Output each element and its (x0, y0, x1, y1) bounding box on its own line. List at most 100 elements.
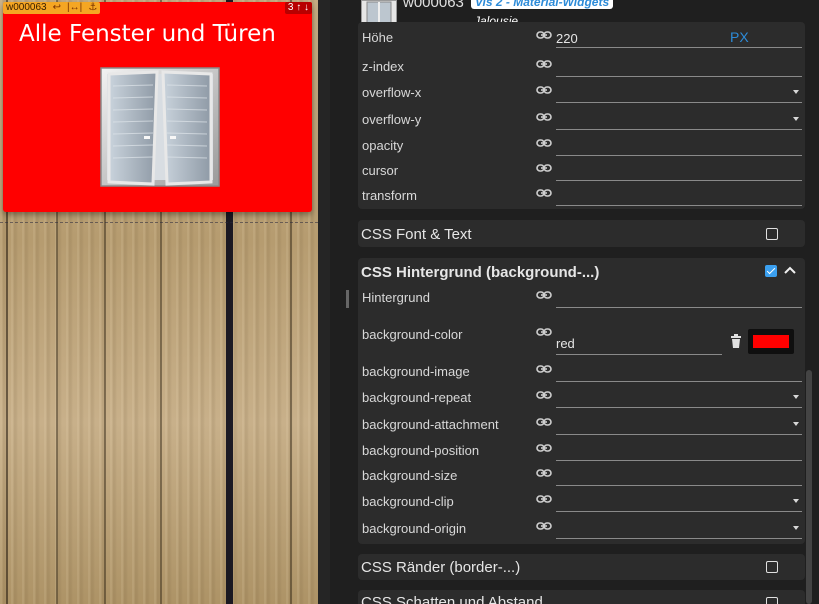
property-row-background-size: background-size (358, 465, 805, 489)
link-icon[interactable] (536, 415, 552, 429)
property-row-hintergrund: Hintergrund (358, 287, 805, 311)
link-icon[interactable] (536, 136, 552, 150)
link-icon[interactable] (536, 466, 552, 480)
property-label: overflow-y (362, 112, 422, 127)
link-icon[interactable] (536, 519, 552, 533)
background-size-input[interactable] (556, 465, 802, 486)
property-label: background-size (362, 468, 458, 483)
anchor-icon[interactable]: ⚓ (88, 2, 97, 14)
link-icon[interactable] (536, 28, 552, 42)
link-icon[interactable] (536, 288, 552, 302)
background-position-input[interactable] (556, 440, 802, 461)
section-title: CSS Hintergrund (background-...) (361, 264, 600, 281)
property-label: background-attachment (362, 417, 499, 432)
section-title: CSS Font & Text (361, 226, 472, 243)
dropdown-arrow-icon (793, 499, 799, 503)
property-row-background-color: background-color red (358, 324, 805, 358)
property-label: background-position (362, 443, 480, 458)
property-row-background-image: background-image (358, 361, 805, 385)
background-color-input[interactable]: red (556, 332, 722, 355)
background-repeat-select[interactable] (556, 387, 802, 408)
link-icon[interactable] (536, 110, 552, 124)
z-index-input[interactable] (556, 56, 802, 77)
property-label: background-origin (362, 521, 467, 536)
background-color-value: red (556, 336, 575, 351)
overflow-x-select[interactable] (556, 82, 802, 103)
panel-drag-handle[interactable] (346, 290, 349, 308)
border-section-checkbox[interactable] (766, 561, 778, 573)
inspector-scrollbar[interactable] (806, 370, 812, 604)
widget-order-badge[interactable]: 3 ↑ ↓ (284, 2, 312, 14)
dropdown-arrow-icon (793, 526, 799, 530)
common-css-section: Höhe 220 PX z-index overflow-x overflow-… (358, 22, 805, 209)
shadow-section-checkbox[interactable] (766, 597, 778, 604)
height-value: 220 (556, 31, 578, 46)
background-section-checkbox[interactable] (765, 265, 777, 277)
font-section-checkbox[interactable] (766, 228, 778, 240)
property-row-cursor: cursor (358, 160, 805, 184)
widget-w000063[interactable]: w000063 ↩ |↔| ⚓ 3 ↑ ↓ Alle Fenster und T… (3, 2, 312, 212)
background-origin-select[interactable] (556, 518, 802, 539)
property-row-overflow-x: overflow-x (358, 82, 805, 106)
shadow-section-header[interactable]: CSS Schatten und Abstand (358, 590, 805, 604)
property-label: z-index (362, 59, 404, 74)
background-attachment-select[interactable] (556, 414, 802, 435)
link-icon[interactable] (536, 161, 552, 175)
dropdown-arrow-icon (793, 395, 799, 399)
property-label: Hintergrund (362, 290, 430, 305)
property-label: background-image (362, 364, 470, 379)
property-label: background-color (362, 327, 463, 342)
property-label: opacity (362, 138, 404, 153)
property-label: background-clip (362, 494, 454, 509)
property-row-background-position: background-position (358, 440, 805, 464)
transform-input[interactable] (556, 185, 802, 206)
border-section-header[interactable]: CSS Ränder (border-...) (358, 554, 805, 580)
undo-icon[interactable]: ↩ (53, 2, 61, 14)
dropdown-arrow-icon (793, 422, 799, 426)
link-icon[interactable] (536, 492, 552, 506)
link-icon[interactable] (536, 325, 552, 339)
panel-splitter[interactable] (318, 0, 330, 604)
property-label: background-repeat (362, 390, 472, 405)
background-section: CSS Hintergrund (background-...) Hinterg… (358, 258, 805, 544)
link-icon[interactable] (536, 57, 552, 71)
link-icon[interactable] (536, 362, 552, 376)
property-row-overflow-y: overflow-y (358, 109, 805, 133)
cursor-input[interactable] (556, 160, 802, 181)
color-swatch-button[interactable] (748, 329, 794, 354)
property-row-background-origin: background-origin (358, 518, 805, 542)
property-label: Höhe (362, 30, 394, 45)
trash-icon[interactable] (730, 334, 742, 348)
property-row-background-attachment: background-attachment (358, 414, 805, 438)
color-swatch (753, 335, 789, 348)
link-icon[interactable] (536, 388, 552, 402)
property-label: overflow-x (362, 85, 422, 100)
background-clip-select[interactable] (556, 491, 802, 512)
resize-width-icon[interactable]: |↔| (67, 2, 82, 14)
font-text-section-header[interactable]: CSS Font & Text (358, 220, 805, 247)
property-row-background-repeat: background-repeat (358, 387, 805, 411)
inspector-panel: w000063 Vis 2 - Material-Widgets Jalousi… (330, 0, 819, 604)
chevron-up-icon[interactable] (783, 265, 797, 275)
property-row-height: Höhe 220 PX (358, 27, 805, 51)
widget-id-tag: w000063 ↩ |↔| ⚓ (3, 2, 101, 14)
property-row-opacity: opacity (358, 135, 805, 159)
canvas-guide-line (0, 222, 318, 223)
property-row-z-index: z-index (358, 56, 805, 80)
property-row-background-clip: background-clip (358, 491, 805, 515)
property-label: transform (362, 188, 417, 203)
link-icon[interactable] (536, 83, 552, 97)
link-icon[interactable] (536, 441, 552, 455)
overflow-y-select[interactable] (556, 109, 802, 130)
background-image-input[interactable] (556, 361, 802, 382)
property-row-transform: transform (358, 185, 805, 209)
height-input[interactable]: 220 PX (556, 27, 802, 48)
dropdown-arrow-icon (793, 117, 799, 121)
property-label: cursor (362, 163, 399, 178)
background-input[interactable] (556, 287, 802, 308)
opacity-input[interactable] (556, 135, 802, 156)
widget-id-label: w000063 (6, 2, 47, 13)
height-unit[interactable]: PX (730, 29, 749, 45)
editor-canvas[interactable]: w000063 ↩ |↔| ⚓ 3 ↑ ↓ Alle Fenster und T… (0, 0, 318, 604)
link-icon[interactable] (536, 186, 552, 200)
